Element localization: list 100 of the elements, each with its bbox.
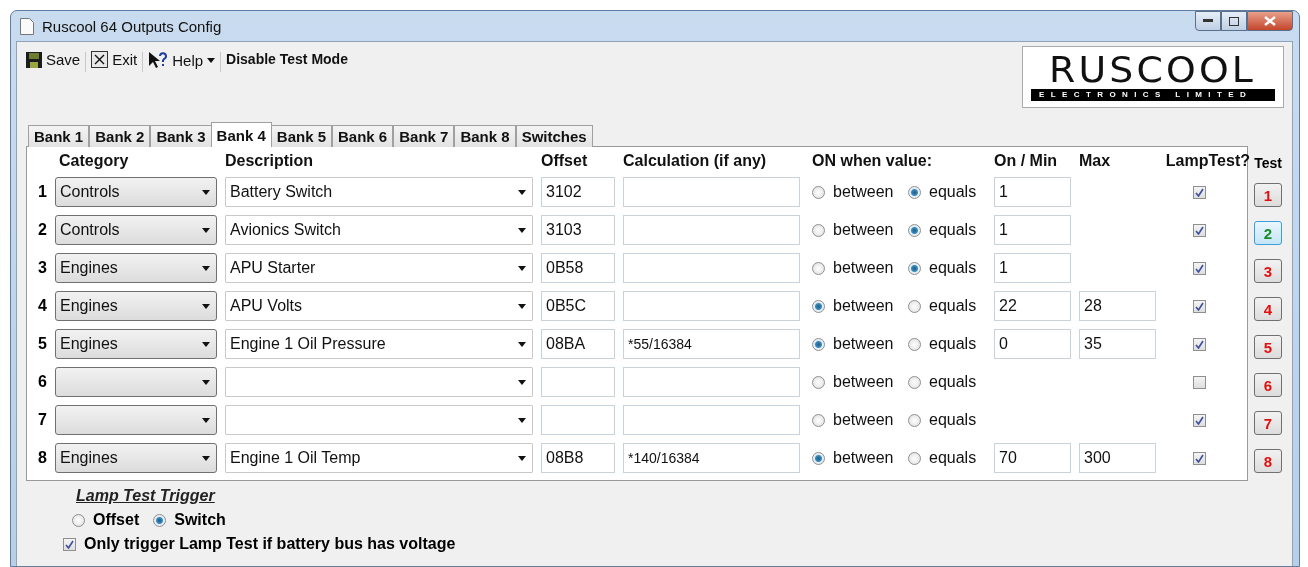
description-dropdown[interactable]: Avionics Switch [225, 215, 533, 245]
radio-button[interactable] [908, 337, 921, 351]
radio-label: equals [929, 373, 977, 391]
tab[interactable]: Bank 4 [210, 122, 272, 147]
calculation-field[interactable] [623, 215, 800, 245]
offset-field[interactable]: 0B5C [541, 291, 615, 321]
radio-button[interactable] [812, 185, 825, 199]
test-button[interactable]: 8 [1254, 449, 1282, 473]
radio-label: Switch [174, 511, 226, 529]
offset-field[interactable]: 3102 [541, 177, 615, 207]
maximize-button[interactable] [1221, 11, 1247, 31]
test-button[interactable]: 6 [1254, 373, 1282, 397]
on-min-field[interactable]: 70 [994, 443, 1071, 473]
radio-button[interactable] [812, 337, 825, 351]
lamp-test-checkbox[interactable] [1193, 299, 1206, 313]
offset-field[interactable]: 3103 [541, 215, 615, 245]
description-dropdown[interactable]: Engine 1 Oil Pressure [225, 329, 533, 359]
tab[interactable]: Bank 5 [270, 125, 332, 147]
radio-button[interactable] [908, 375, 921, 389]
radio-button[interactable] [812, 375, 825, 389]
radio-button[interactable] [812, 223, 825, 237]
on-min-field[interactable]: 1 [994, 177, 1071, 207]
save-button[interactable]: Save [21, 49, 86, 70]
on-min-field[interactable]: 1 [994, 215, 1071, 245]
column-header: On / Min [994, 152, 1058, 170]
tab[interactable]: Bank 2 [89, 125, 151, 147]
description-dropdown[interactable]: APU Starter [225, 253, 533, 283]
lamp-test-checkbox[interactable] [1193, 261, 1206, 275]
calculation-field[interactable] [623, 367, 800, 397]
category-dropdown[interactable] [55, 405, 217, 435]
exit-button[interactable]: Exit [86, 49, 143, 70]
radio-button[interactable] [908, 223, 921, 237]
description-dropdown[interactable] [225, 367, 533, 397]
test-button[interactable]: 5 [1254, 335, 1282, 359]
calculation-field[interactable] [623, 177, 800, 207]
radio-button[interactable] [908, 451, 921, 465]
radio-button[interactable] [812, 413, 825, 427]
test-button[interactable]: 1 [1254, 183, 1282, 207]
radio-button[interactable] [812, 261, 825, 275]
max-field[interactable]: 35 [1079, 329, 1156, 359]
max-field[interactable]: 300 [1079, 443, 1156, 473]
radio-button[interactable] [812, 299, 825, 313]
close-button[interactable] [1247, 11, 1293, 31]
dropdown-caret-icon [207, 57, 216, 63]
on-min-field[interactable]: 0 [994, 329, 1071, 359]
lamp-test-checkbox[interactable] [1193, 375, 1206, 389]
category-dropdown[interactable]: Engines [55, 291, 217, 321]
test-button[interactable]: 3 [1254, 259, 1282, 283]
description-dropdown[interactable]: Battery Switch [225, 177, 533, 207]
radio-button[interactable] [908, 261, 921, 275]
radio-button[interactable] [153, 513, 167, 527]
tab[interactable]: Bank 1 [28, 125, 90, 147]
category-dropdown[interactable]: Engines [55, 253, 217, 283]
category-dropdown[interactable] [55, 367, 217, 397]
category-dropdown[interactable]: Controls [55, 215, 217, 245]
calculation-field[interactable] [623, 253, 800, 283]
description-dropdown[interactable] [225, 405, 533, 435]
calculation-field[interactable]: *55/16384 [623, 329, 800, 359]
calculation-field[interactable]: *140/16384 [623, 443, 800, 473]
test-button[interactable]: 2 [1254, 221, 1282, 245]
lamp-test-checkbox[interactable] [1193, 337, 1206, 351]
offset-field[interactable] [541, 405, 615, 435]
offset-field[interactable]: 08B8 [541, 443, 615, 473]
radio-button[interactable] [72, 513, 85, 527]
dropdown-caret-icon [202, 341, 210, 347]
max-field[interactable]: 28 [1079, 291, 1156, 321]
category-dropdown[interactable]: Controls [55, 177, 217, 207]
offset-field[interactable]: 08BA [541, 329, 615, 359]
toolbar-button[interactable]: Disable Test Mode [221, 49, 353, 69]
test-button[interactable]: 4 [1254, 297, 1282, 321]
tab[interactable]: Bank 8 [454, 125, 516, 147]
tab[interactable]: Bank 6 [332, 125, 394, 147]
battery-checkbox[interactable] [63, 537, 76, 551]
calculation-field[interactable] [623, 405, 800, 435]
on-min-field[interactable]: 1 [994, 253, 1071, 283]
description-dropdown[interactable]: Engine 1 Oil Temp [225, 443, 533, 473]
tab[interactable]: Bank 3 [150, 125, 212, 147]
offset-field[interactable]: 0B58 [541, 253, 615, 283]
help-button[interactable]: Help [143, 49, 221, 71]
test-button[interactable]: 7 [1254, 411, 1282, 435]
tab[interactable]: Switches [515, 125, 593, 147]
radio-button[interactable] [908, 185, 921, 199]
category-dropdown[interactable]: Engines [55, 329, 217, 359]
row-number: 7 [37, 411, 47, 429]
tab[interactable]: Bank 7 [393, 125, 455, 147]
radio-label: between [833, 297, 894, 315]
on-min-field[interactable]: 22 [994, 291, 1071, 321]
radio-label: equals [929, 221, 977, 239]
radio-button[interactable] [812, 451, 825, 465]
lamp-test-checkbox[interactable] [1193, 413, 1206, 427]
lamp-test-checkbox[interactable] [1193, 451, 1206, 465]
offset-field[interactable] [541, 367, 615, 397]
calculation-field[interactable] [623, 291, 800, 321]
lamp-test-checkbox[interactable] [1193, 223, 1206, 237]
lamp-test-checkbox[interactable] [1193, 185, 1206, 199]
minimize-button[interactable] [1195, 11, 1221, 31]
radio-button[interactable] [908, 299, 921, 313]
radio-button[interactable] [908, 413, 921, 427]
description-dropdown[interactable]: APU Volts [225, 291, 533, 321]
category-dropdown[interactable]: Engines [55, 443, 217, 473]
